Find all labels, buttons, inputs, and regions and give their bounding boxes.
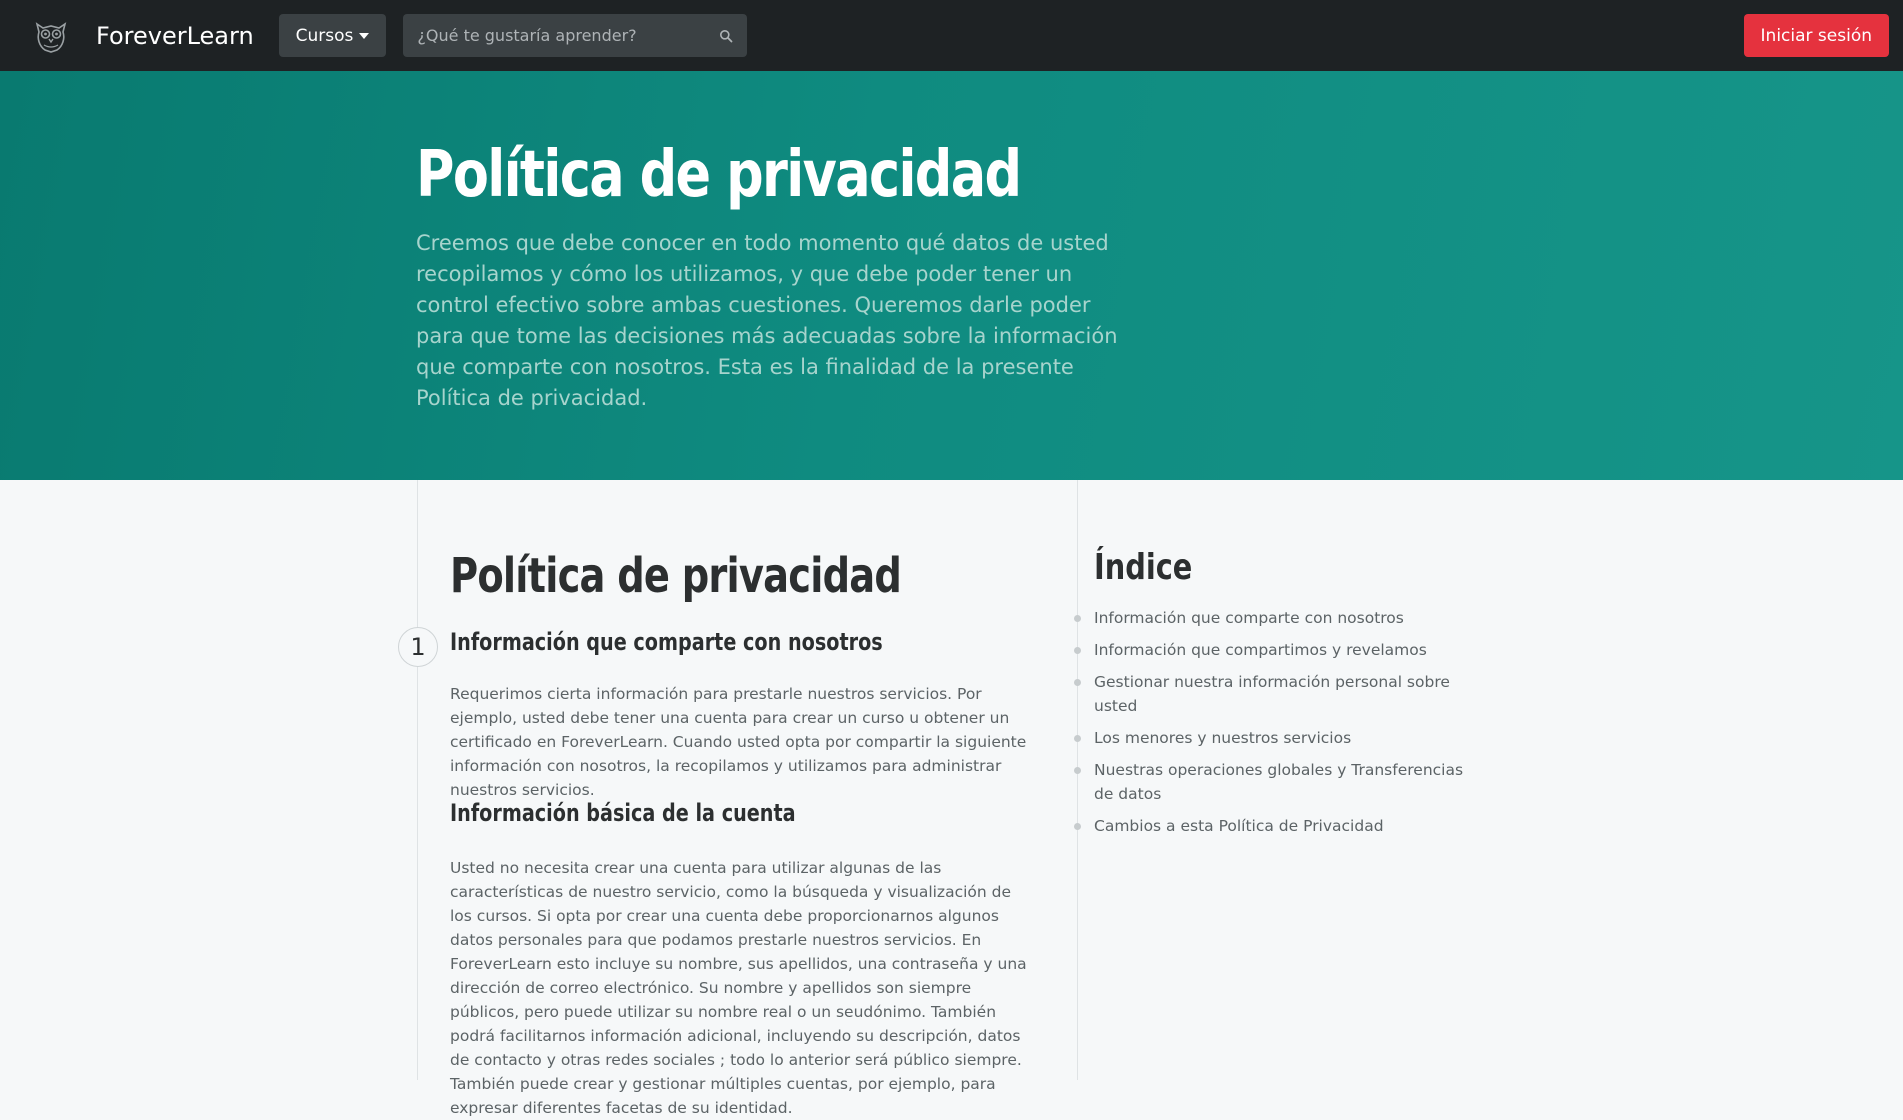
brand-name: ForeverLearn	[96, 21, 254, 50]
index-item-label: Cambios a esta Política de Privacidad	[1094, 817, 1384, 835]
index-item-label: Información que comparte con nosotros	[1094, 609, 1404, 627]
page-content: Política de privacidad 1 Información que…	[0, 480, 1903, 1117]
bullet-icon	[1074, 823, 1081, 830]
courses-dropdown-button[interactable]: Cursos	[278, 14, 387, 57]
index-item[interactable]: Gestionar nuestra información personal s…	[1074, 670, 1484, 718]
index-item[interactable]: Los menores y nuestros servicios	[1074, 726, 1484, 750]
top-navbar: ForeverLearn Cursos Iniciar sesión	[0, 0, 1903, 71]
section-text-shared-info: Requerimos cierta información para prest…	[450, 685, 1027, 799]
index-title: Índice	[1094, 547, 1193, 588]
brand-link[interactable]: ForeverLearn	[33, 18, 254, 54]
section-text-basic-account: Usted no necesita crear una cuenta para …	[450, 859, 1027, 1117]
index-item[interactable]: Cambios a esta Política de Privacidad	[1074, 814, 1484, 838]
section-title-shared-info: Información que comparte con nosotros	[450, 628, 883, 656]
timeline-line	[417, 480, 418, 1080]
caret-down-icon	[359, 32, 370, 39]
bullet-icon	[1074, 615, 1081, 622]
search-input[interactable]	[417, 26, 720, 45]
bullet-icon	[1074, 647, 1081, 654]
index-item-label: Información que compartimos y revelamos	[1094, 641, 1427, 659]
login-button[interactable]: Iniciar sesión	[1743, 14, 1889, 57]
search-box	[403, 14, 748, 57]
bullet-icon	[1074, 679, 1081, 686]
section-title-basic-account: Información básica de la cuenta	[450, 799, 796, 827]
index-item[interactable]: Información que comparte con nosotros	[1074, 606, 1484, 630]
step-number-badge: 1	[398, 627, 438, 667]
column-divider	[1077, 480, 1078, 1080]
index-list: Información que comparte con nosotros In…	[1074, 606, 1484, 846]
index-item[interactable]: Nuestras operaciones globales y Transfer…	[1074, 758, 1484, 806]
bullet-icon	[1074, 735, 1081, 742]
hero-banner: Política de privacidad Creemos que debe …	[0, 71, 1903, 480]
bullet-icon	[1074, 767, 1081, 774]
hero-description: Creemos que debe conocer en todo momento…	[416, 231, 1118, 410]
index-item[interactable]: Información que compartimos y revelamos	[1074, 638, 1484, 662]
hero-title: Política de privacidad	[416, 138, 1022, 212]
index-item-label: Gestionar nuestra información personal s…	[1094, 673, 1450, 715]
owl-logo-icon	[35, 21, 67, 53]
search-icon[interactable]	[719, 29, 733, 43]
index-item-label: Nuestras operaciones globales y Transfer…	[1094, 761, 1464, 803]
article-title: Política de privacidad	[450, 548, 902, 604]
index-item-label: Los menores y nuestros servicios	[1094, 729, 1352, 747]
courses-label: Cursos	[295, 25, 354, 46]
